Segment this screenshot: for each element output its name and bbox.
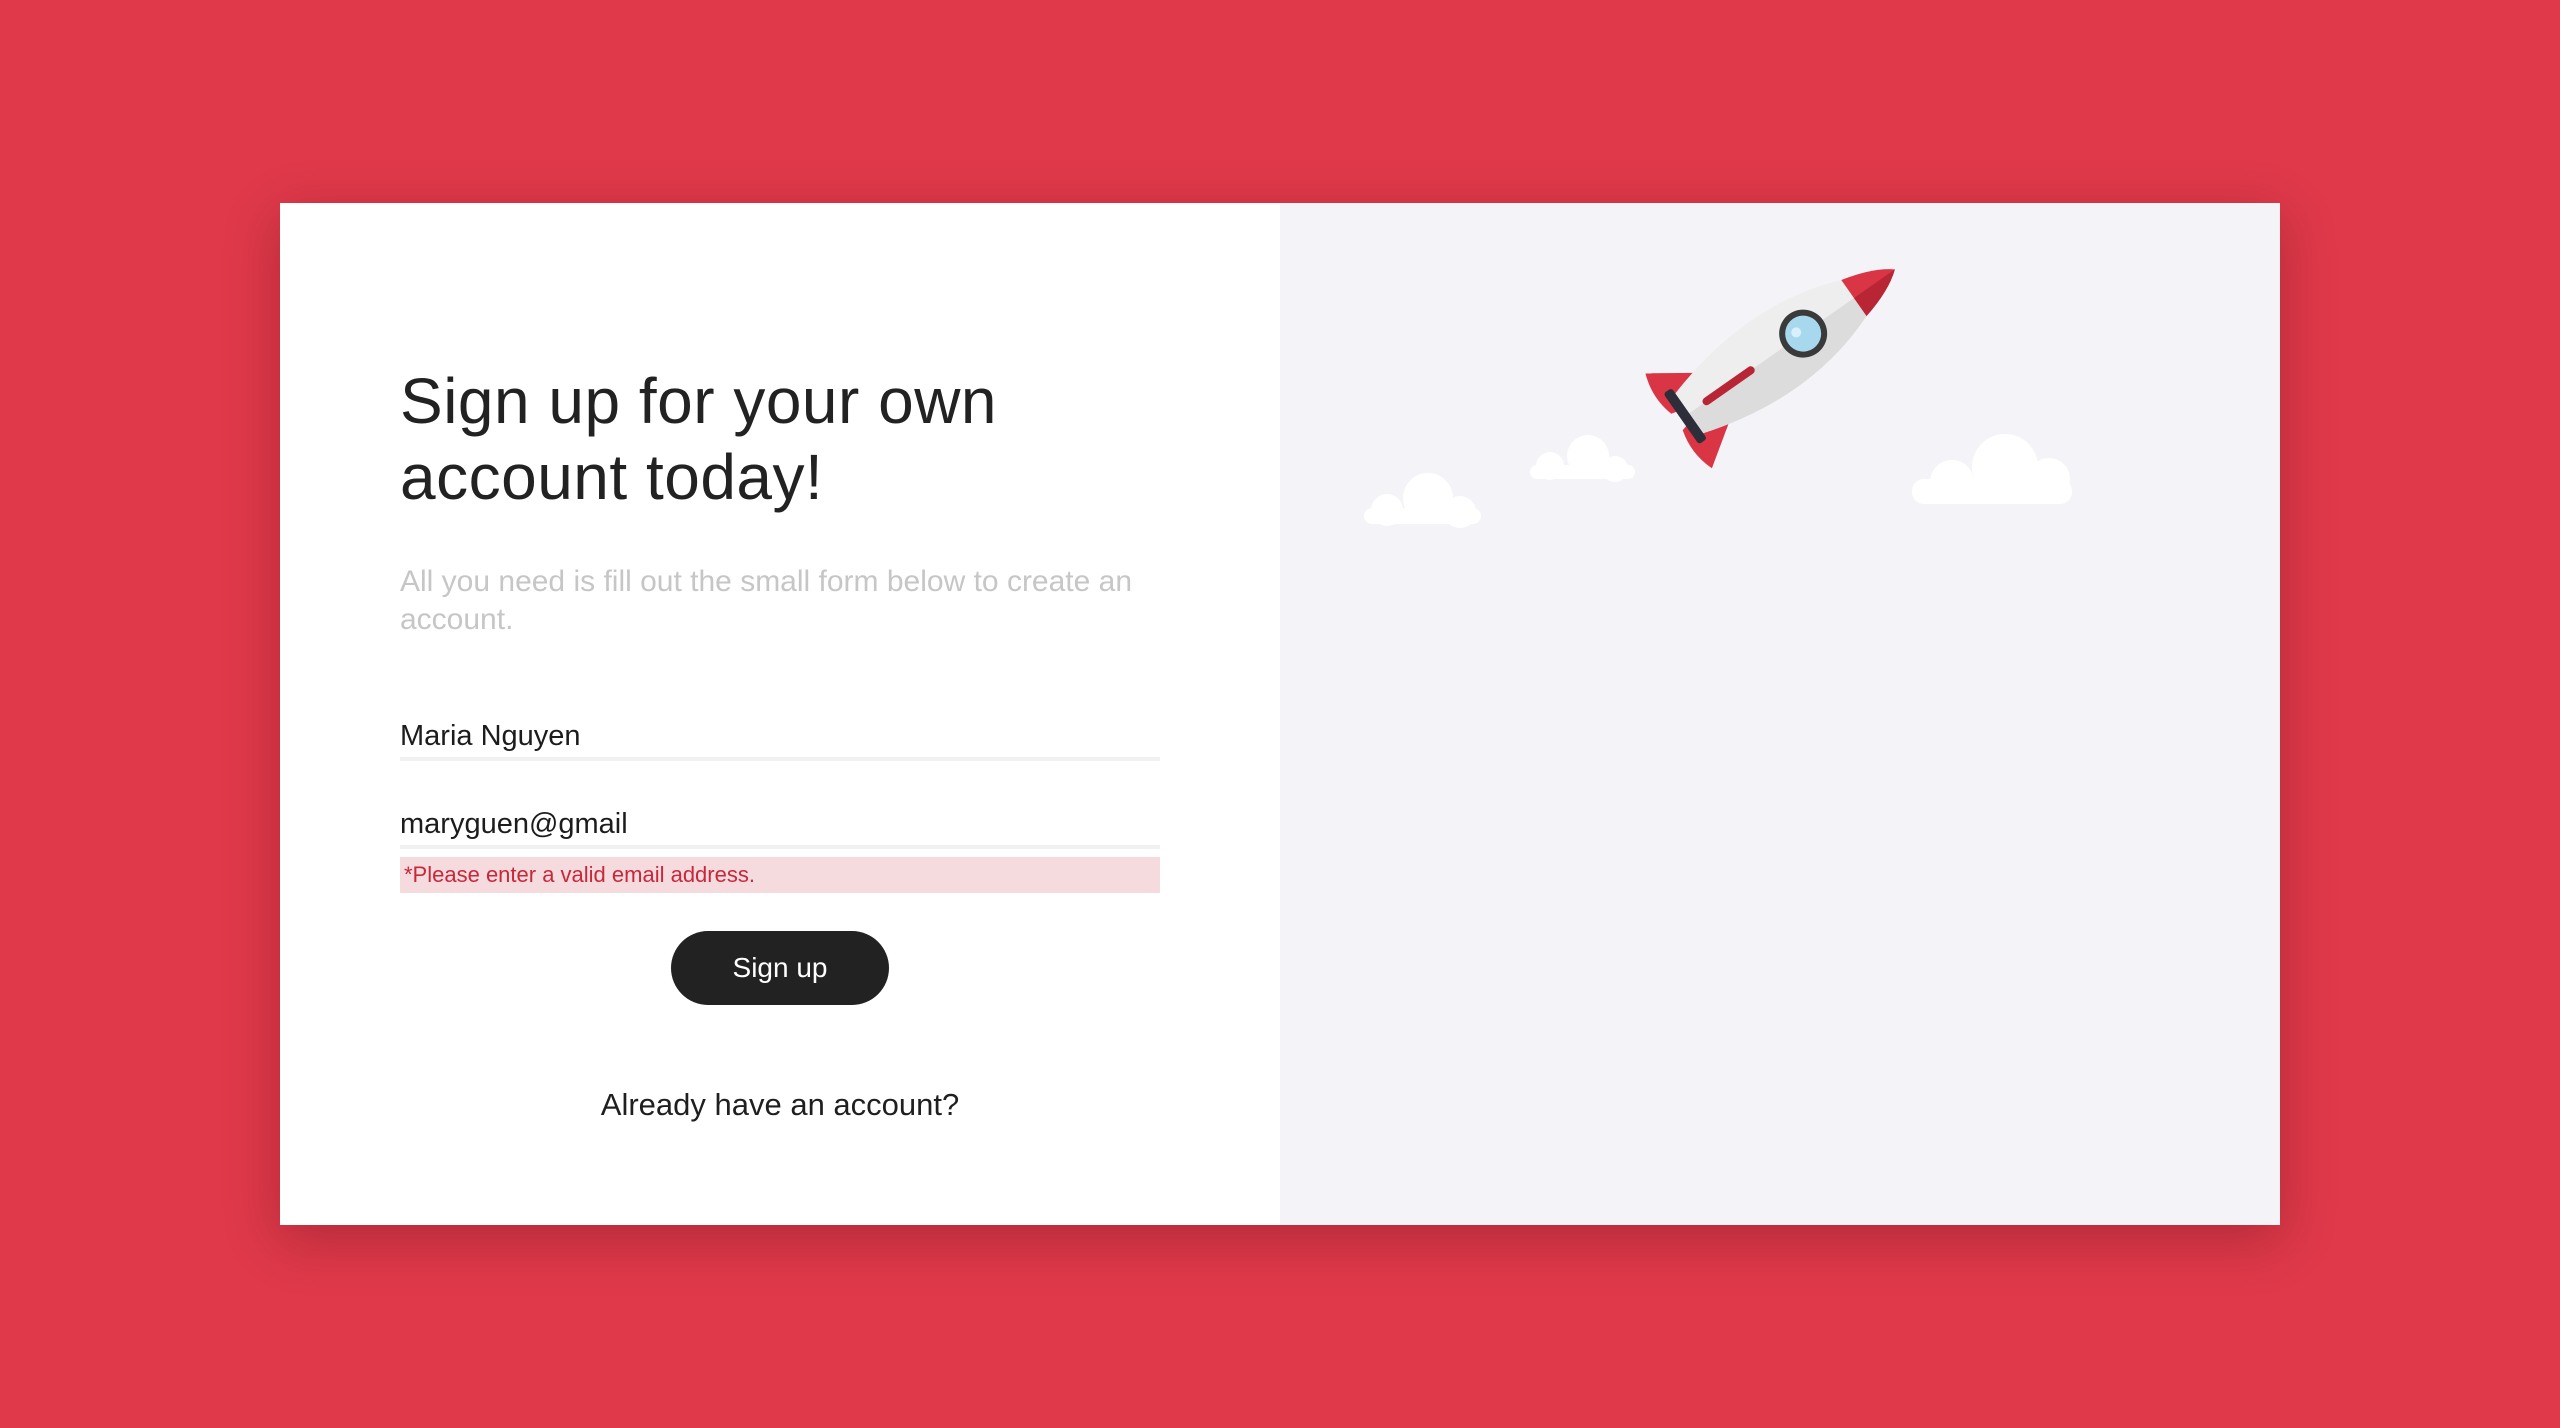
email-error-message: *Please enter a valid email address.	[400, 857, 1160, 893]
signup-form-panel: Sign up for your own account today! All …	[280, 203, 1280, 1225]
name-field[interactable]	[400, 720, 1160, 753]
rocket-illustration	[1364, 269, 2072, 528]
button-row: Sign up	[400, 931, 1160, 1005]
signup-form: Sign up for your own account today! All …	[400, 363, 1160, 1123]
cloud-icon	[1364, 473, 1481, 528]
cloud-icon	[1530, 435, 1635, 482]
name-field-wrapper	[400, 709, 1160, 761]
email-field-wrapper	[400, 797, 1160, 849]
page-title: Sign up for your own account today!	[400, 365, 997, 513]
login-link[interactable]: Already have an account?	[400, 1087, 1160, 1123]
illustration-panel	[1280, 203, 2280, 1225]
cloud-icon	[1912, 434, 2072, 504]
page-subtitle: All you need is fill out the small form …	[400, 565, 1133, 636]
signup-card: Sign up for your own account today! All …	[280, 203, 2280, 1225]
rocket-icon	[1645, 269, 1895, 469]
email-field[interactable]	[400, 808, 1160, 841]
signup-button[interactable]: Sign up	[671, 931, 889, 1005]
